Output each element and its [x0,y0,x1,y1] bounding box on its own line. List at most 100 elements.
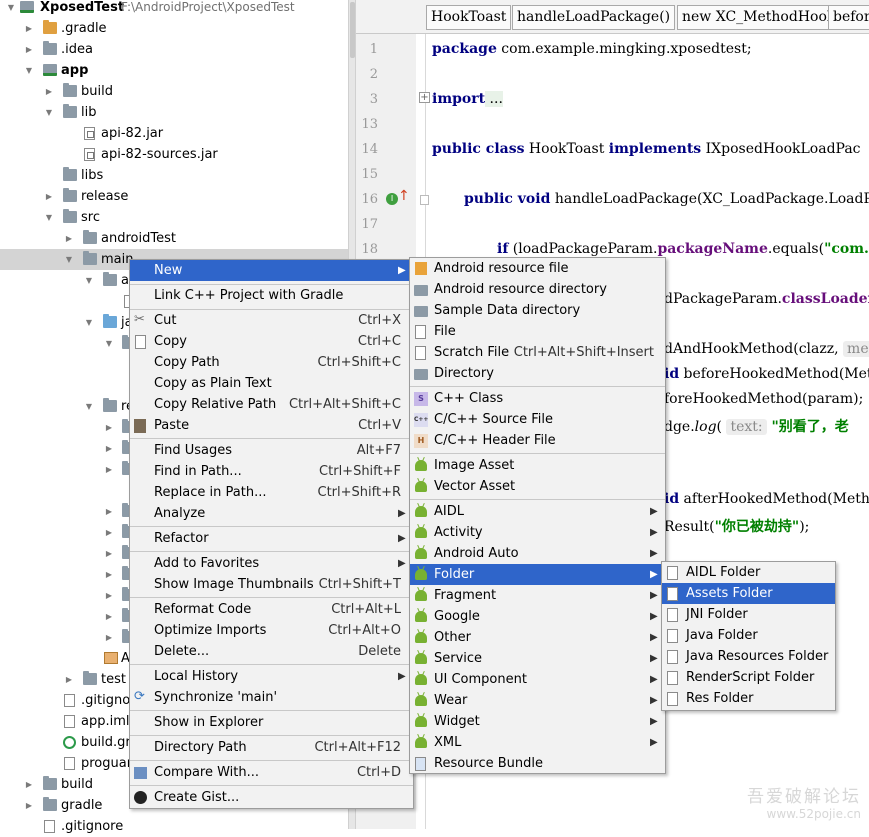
implements-method-icon[interactable]: I [386,193,398,205]
menu-item-file[interactable]: File [410,321,665,342]
menu-item-optimize-imports[interactable]: Optimize Imports Ctrl+Alt+O [130,620,413,641]
menu-item-new[interactable]: New ▶ [130,260,413,281]
menu-item-resource-bundle[interactable]: Resource Bundle [410,753,665,774]
collapse-arrow-icon[interactable]: ▶ [104,459,114,480]
fold-expand-icon[interactable]: + [419,92,430,103]
collapse-arrow-icon[interactable]: ▶ [104,417,114,438]
menu-item-delete[interactable]: Delete... Delete [130,641,413,662]
tree-scrollbar[interactable] [350,2,355,58]
menu-item-compare-with[interactable]: Compare With... Ctrl+D [130,762,413,783]
breadcrumb-before[interactable]: before [828,5,869,30]
tree-row[interactable]: ▶ build [0,81,348,102]
expand-arrow-icon[interactable]: ▼ [84,270,94,291]
menu-item-android-resource-directory[interactable]: Android resource directory [410,279,665,300]
menu-item-find-usages[interactable]: Find Usages Alt+F7 [130,440,413,461]
menu-item-java-folder[interactable]: Java Folder [662,625,835,646]
menu-item-folder[interactable]: Folder ▶ [410,564,665,585]
menu-item-reformat[interactable]: Reformat Code Ctrl+Alt+L [130,599,413,620]
menu-item-find-in-path[interactable]: Find in Path... Ctrl+Shift+F [130,461,413,482]
menu-item-fragment[interactable]: Fragment ▶ [410,585,665,606]
menu-item-aidl[interactable]: AIDL ▶ [410,501,665,522]
menu-item-directory-path[interactable]: Directory Path Ctrl+Alt+F12 [130,737,413,758]
tree-row[interactable]: .gitignore [0,816,348,837]
breadcrumb-method[interactable]: handleLoadPackage() [512,5,676,30]
fold-collapse-icon[interactable] [420,195,429,205]
menu-item-cpp-class[interactable]: S C++ Class [410,388,665,409]
tree-row[interactable]: ▶ androidTest [0,228,348,249]
expand-arrow-icon[interactable]: ▼ [104,333,114,354]
expand-arrow-icon[interactable]: ▼ [64,249,74,270]
menu-item-ui-component[interactable]: UI Component ▶ [410,669,665,690]
collapse-arrow-icon[interactable]: ▶ [104,438,114,459]
menu-item-other[interactable]: Other ▶ [410,627,665,648]
menu-item-renderscript-folder[interactable]: RenderScript Folder [662,667,835,688]
tree-row[interactable]: api-82-sources.jar [0,144,348,165]
menu-item-scratch-file[interactable]: Scratch File Ctrl+Alt+Shift+Insert [410,342,665,363]
collapse-arrow-icon[interactable]: ▶ [104,501,114,522]
tree-row[interactable]: ▼ lib [0,102,348,123]
menu-item-vector-asset[interactable]: Vector Asset [410,476,665,497]
collapse-arrow-icon[interactable]: ▶ [104,585,114,606]
expand-arrow-icon[interactable]: ▼ [44,207,54,228]
tree-row[interactable]: ▶ release [0,186,348,207]
collapse-arrow-icon[interactable]: ▶ [64,228,74,249]
menu-item-image-thumbnails[interactable]: Show Image Thumbnails Ctrl+Shift+T [130,574,413,595]
menu-item-cpp-header[interactable]: H C/C++ Header File [410,430,665,451]
menu-item-res-folder[interactable]: Res Folder [662,688,835,709]
expand-arrow-icon[interactable]: ▼ [24,60,34,81]
expand-arrow-icon[interactable]: ▼ [6,0,16,18]
menu-item-jni-folder[interactable]: JNI Folder [662,604,835,625]
menu-item-activity[interactable]: Activity ▶ [410,522,665,543]
menu-item-sample-data[interactable]: Sample Data directory [410,300,665,321]
menu-item-aidl-folder[interactable]: AIDL Folder [662,562,835,583]
menu-item-xml[interactable]: XML ▶ [410,732,665,753]
menu-item-android-auto[interactable]: Android Auto ▶ [410,543,665,564]
tree-row[interactable]: api-82.jar [0,123,348,144]
menu-item-cut[interactable]: ✂ Cut Ctrl+X [130,310,413,331]
collapse-arrow-icon[interactable]: ▶ [104,606,114,627]
tree-row[interactable]: libs [0,165,348,186]
collapse-arrow-icon[interactable]: ▶ [64,669,74,690]
collapse-arrow-icon[interactable]: ▶ [104,543,114,564]
menu-item-cpp-source[interactable]: C++ C/C++ Source File [410,409,665,430]
tree-row[interactable]: ▶ .idea [0,39,348,60]
collapse-arrow-icon[interactable]: ▶ [24,774,34,795]
menu-item-analyze[interactable]: Analyze ▶ [130,503,413,524]
tree-row[interactable]: ▼ app [0,60,348,81]
menu-item-replace-in-path[interactable]: Replace in Path... Ctrl+Shift+R [130,482,413,503]
menu-item-copy[interactable]: Copy Ctrl+C [130,331,413,352]
breadcrumb-anonymous[interactable]: new XC_MethodHook [677,5,841,30]
menu-item-directory[interactable]: Directory [410,363,665,384]
menu-item-assets-folder[interactable]: Assets Folder [662,583,835,604]
menu-item-create-gist[interactable]: Create Gist... [130,787,413,808]
collapse-arrow-icon[interactable]: ▶ [104,627,114,648]
menu-item-refactor[interactable]: Refactor ▶ [130,528,413,549]
expand-arrow-icon[interactable]: ▼ [84,396,94,417]
collapse-arrow-icon[interactable]: ▶ [44,81,54,102]
menu-item-java-resources-folder[interactable]: Java Resources Folder [662,646,835,667]
collapse-arrow-icon[interactable]: ▶ [24,39,34,60]
menu-item-android-resource-file[interactable]: Android resource file [410,258,665,279]
collapse-arrow-icon[interactable]: ▶ [24,18,34,39]
tree-row[interactable]: ▶ .gradle [0,18,348,39]
tree-row[interactable]: ▼ src [0,207,348,228]
collapse-arrow-icon[interactable]: ▶ [24,795,34,816]
menu-item-widget[interactable]: Widget ▶ [410,711,665,732]
tree-root-row[interactable]: ▼ XposedTest F:\AndroidProject\XposedTes… [0,0,348,18]
menu-item-add-favorites[interactable]: Add to Favorites ▶ [130,553,413,574]
collapse-arrow-icon[interactable]: ▶ [44,186,54,207]
menu-item-image-asset[interactable]: Image Asset [410,455,665,476]
menu-item-wear[interactable]: Wear ▶ [410,690,665,711]
menu-item-service[interactable]: Service ▶ [410,648,665,669]
menu-item-copy-plain[interactable]: Copy as Plain Text [130,373,413,394]
menu-item-paste[interactable]: Paste Ctrl+V [130,415,413,436]
menu-item-local-history[interactable]: Local History ▶ [130,666,413,687]
menu-item-copy-relative[interactable]: Copy Relative Path Ctrl+Alt+Shift+C [130,394,413,415]
breadcrumb-class[interactable]: HookToast [426,5,512,30]
expand-arrow-icon[interactable]: ▼ [44,102,54,123]
menu-item-synchronize[interactable]: ⟳ Synchronize 'main' [130,687,413,708]
menu-item-copy-path[interactable]: Copy Path Ctrl+Shift+C [130,352,413,373]
menu-item-google[interactable]: Google ▶ [410,606,665,627]
menu-item-link-cpp[interactable]: Link C++ Project with Gradle [130,285,413,306]
collapse-arrow-icon[interactable]: ▶ [104,522,114,543]
